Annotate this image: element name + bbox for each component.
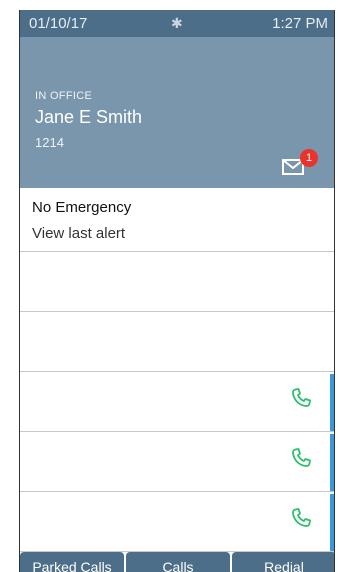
unread-badge: 1 <box>300 149 318 167</box>
phone-icon <box>292 448 311 467</box>
user-header: IN OFFICE Jane E Smith 1214 1 <box>20 37 334 188</box>
line-active-indicator <box>330 434 334 491</box>
alert-subtitle: View last alert <box>32 225 126 242</box>
line-key-4[interactable] <box>20 432 334 492</box>
emergency-alert-row[interactable]: No Emergency View last alert <box>20 188 334 252</box>
user-name: Jane E Smith <box>35 107 143 127</box>
line-key-5[interactable] <box>20 492 334 552</box>
alert-title: No Emergency <box>32 199 132 216</box>
redial-button[interactable]: Redial <box>232 552 334 572</box>
line-active-indicator <box>330 494 334 551</box>
phone-icon <box>292 388 311 407</box>
status-date: 01/10/17 <box>29 15 88 32</box>
bluetooth-icon: ✱ <box>171 15 183 31</box>
line-key-3[interactable] <box>20 372 334 432</box>
status-time: 1:27 PM <box>272 15 328 32</box>
line-key-1[interactable] <box>20 252 334 312</box>
user-extension: 1214 <box>35 135 64 150</box>
phone-screen: 01/10/17 ✱ 1:27 PM IN OFFICE Jane E Smit… <box>19 10 335 572</box>
line-key-2[interactable] <box>20 312 334 372</box>
phone-icon <box>292 508 311 527</box>
status-bar: 01/10/17 ✱ 1:27 PM <box>20 10 334 37</box>
softkey-bar: Parked Calls Calls Redial <box>20 552 334 572</box>
presence-status: IN OFFICE <box>35 90 93 102</box>
parked-calls-button[interactable]: Parked Calls <box>20 552 124 572</box>
line-active-indicator <box>330 374 334 431</box>
calls-button[interactable]: Calls <box>126 552 230 572</box>
